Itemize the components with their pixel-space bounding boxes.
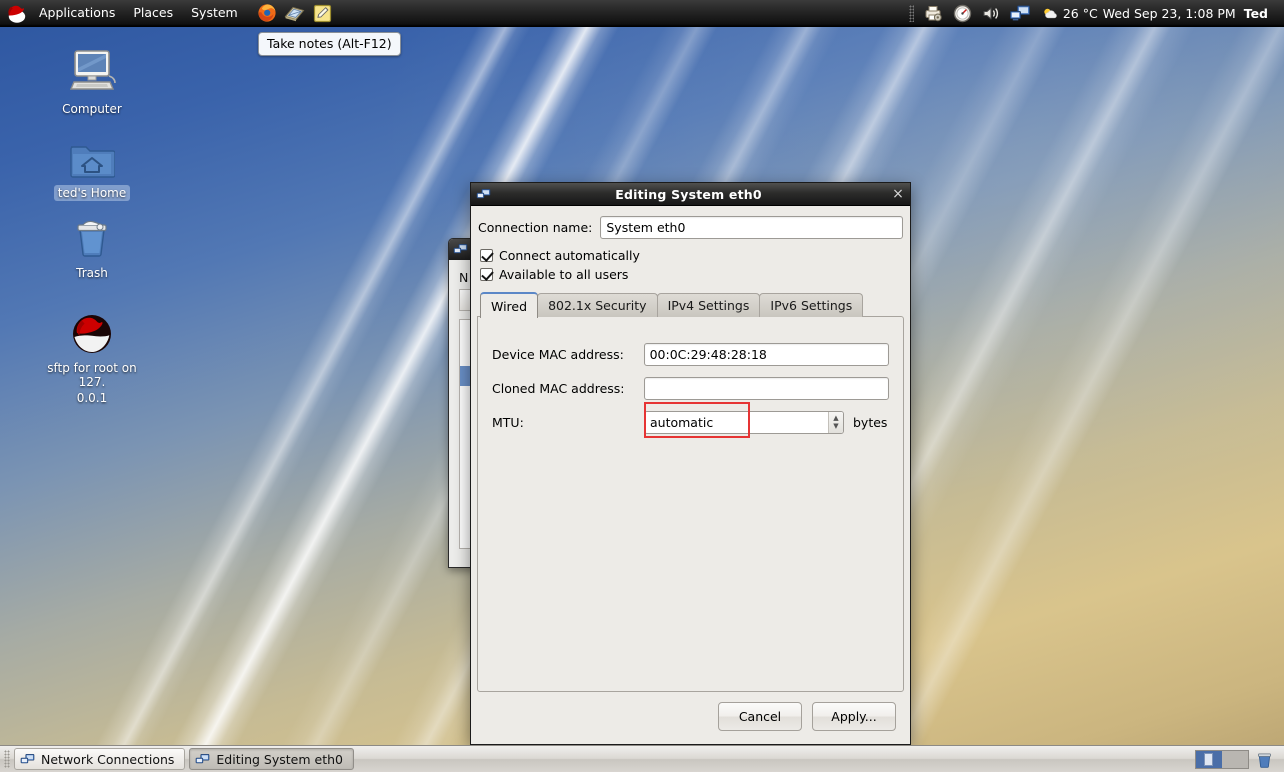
- desktop-icon-label: ted's Home: [54, 185, 131, 201]
- mtu-spinner-wrap: automatic ▲ ▼ bytes: [644, 411, 887, 434]
- available-to-all-users-checkbox[interactable]: Available to all users: [477, 265, 904, 284]
- home-folder-icon: [32, 130, 152, 180]
- trash-icon: [32, 210, 152, 260]
- tooltip-text: Take notes (Alt-F12): [267, 36, 392, 51]
- chevron-up-icon[interactable]: ▲: [833, 414, 838, 422]
- menu-system[interactable]: System: [182, 2, 247, 24]
- dialog-titlebar[interactable]: Editing System eth0 ×: [471, 183, 910, 206]
- device-mac-label: Device MAC address:: [492, 347, 644, 362]
- tab-strip: Wired 802.1x Security IPv4 Settings IPv6…: [477, 291, 904, 317]
- close-icon[interactable]: ×: [886, 183, 910, 206]
- taskbar-editing-system-eth0[interactable]: Editing System eth0: [189, 748, 354, 770]
- desktop-icon-label-line1: sftp for root on 127.: [32, 360, 152, 390]
- evolution-mail-launcher-icon[interactable]: [283, 1, 307, 25]
- dialog-title: Editing System eth0: [491, 187, 886, 202]
- tab-label: 802.1x Security: [548, 298, 647, 313]
- taskbar-network-connections[interactable]: Network Connections: [14, 748, 185, 770]
- bottom-panel: Network Connections Editing System eth0: [0, 745, 1284, 772]
- desktop-icon-label: Computer: [58, 101, 126, 117]
- menu-applications[interactable]: Applications: [30, 2, 124, 24]
- workspace-2[interactable]: [1222, 751, 1248, 768]
- workspace-1[interactable]: [1196, 751, 1222, 768]
- network-icon: [20, 753, 35, 766]
- network-applet-icon[interactable]: [1008, 2, 1033, 24]
- tab-ipv4-settings[interactable]: IPv4 Settings: [657, 293, 761, 317]
- mtu-value[interactable]: automatic: [645, 415, 828, 430]
- device-mac-row: Device MAC address: 00:0C:29:48:28:18: [492, 339, 889, 369]
- mtu-stepper[interactable]: automatic ▲ ▼: [644, 411, 844, 434]
- tab-label: IPv4 Settings: [668, 298, 750, 313]
- mtu-row: MTU: automatic ▲ ▼ bytes: [492, 407, 889, 437]
- available-to-all-users-label: Available to all users: [499, 267, 628, 282]
- desktop-icon-sftp[interactable]: sftp for root on 127. 0.0.1: [32, 305, 152, 406]
- taskbar-label: Network Connections: [41, 752, 174, 767]
- connect-automatically-checkbox[interactable]: Connect automatically: [477, 246, 904, 265]
- desktop-icon-computer[interactable]: Computer: [32, 46, 152, 117]
- dialog-action-buttons: Cancel Apply...: [477, 692, 904, 739]
- tomboy-notes-launcher-icon[interactable]: [311, 1, 335, 25]
- redhat-logo-icon[interactable]: [6, 3, 28, 24]
- printer-applet-icon[interactable]: [921, 2, 946, 24]
- wired-tab-page: Device MAC address: 00:0C:29:48:28:18 Cl…: [477, 316, 904, 692]
- menu-places[interactable]: Places: [124, 2, 182, 24]
- redhat-sftp-icon: [32, 305, 152, 355]
- chevron-down-icon[interactable]: ▼: [833, 422, 838, 430]
- tab-ipv6-settings[interactable]: IPv6 Settings: [759, 293, 863, 317]
- checkbox-mark-icon: [480, 268, 493, 281]
- top-panel: Applications Places System: [0, 0, 1284, 27]
- device-mac-input[interactable]: 00:0C:29:48:28:18: [644, 343, 889, 366]
- trash-applet-icon[interactable]: [1255, 750, 1274, 769]
- system-monitor-applet-icon[interactable]: [950, 2, 975, 24]
- user-menu[interactable]: Ted: [1244, 6, 1276, 21]
- connection-name-row: Connection name: System eth0: [477, 214, 904, 246]
- connect-automatically-label: Connect automatically: [499, 248, 640, 263]
- bottom-panel-right: [1195, 750, 1280, 769]
- tab-8021x-security[interactable]: 802.1x Security: [537, 293, 658, 317]
- dialog-body: Connection name: System eth0 Connect aut…: [471, 206, 910, 745]
- partly-cloudy-icon: [1043, 7, 1058, 20]
- cloned-mac-row: Cloned MAC address:: [492, 373, 889, 403]
- taskbar-label: Editing System eth0: [216, 752, 343, 767]
- cloned-mac-label: Cloned MAC address:: [492, 381, 644, 396]
- connection-name-input[interactable]: System eth0: [600, 216, 903, 239]
- workspace-switcher[interactable]: [1195, 750, 1249, 769]
- mtu-label: MTU:: [492, 415, 644, 430]
- network-icon: [195, 753, 210, 766]
- desktop-icon-trash[interactable]: Trash: [32, 210, 152, 281]
- tab-label: Wired: [491, 299, 527, 314]
- clock-applet[interactable]: 26 °C Wed Sep 23, 1:08 PM: [1035, 6, 1244, 21]
- panel-separator: [909, 5, 914, 22]
- connection-name-label: Connection name:: [478, 220, 592, 235]
- desktop-icon-home[interactable]: ted's Home: [32, 130, 152, 201]
- editing-connection-dialog[interactable]: Editing System eth0 × Connection name: S…: [470, 182, 911, 745]
- cancel-button[interactable]: Cancel: [718, 702, 802, 731]
- mtu-stepper-buttons[interactable]: ▲ ▼: [828, 412, 843, 433]
- tab-wired[interactable]: Wired: [480, 292, 538, 318]
- panel-grip[interactable]: [4, 750, 10, 768]
- apply-button[interactable]: Apply...: [812, 702, 896, 731]
- tooltip-take-notes: Take notes (Alt-F12): [258, 32, 401, 56]
- desktop-screen: Applications Places System: [0, 0, 1284, 772]
- network-icon: [476, 188, 491, 201]
- desktop-icon-label-line2: 0.0.1: [73, 390, 112, 406]
- desktop-icon-label: Trash: [72, 265, 112, 281]
- tab-label: IPv6 Settings: [770, 298, 852, 313]
- weather-temperature: 26 °C: [1063, 6, 1098, 21]
- clock-text: Wed Sep 23, 1:08 PM: [1103, 6, 1236, 21]
- checkbox-mark-icon: [480, 249, 493, 262]
- network-icon: [453, 243, 468, 256]
- notification-tray: 26 °C Wed Sep 23, 1:08 PM Ted: [907, 0, 1284, 27]
- computer-icon: [32, 46, 152, 96]
- volume-applet-icon[interactable]: [979, 2, 1004, 24]
- mtu-units-label: bytes: [853, 415, 887, 430]
- firefox-launcher-icon[interactable]: [255, 1, 279, 25]
- cloned-mac-input[interactable]: [644, 377, 889, 400]
- workspace-window-thumb: [1204, 753, 1213, 766]
- settings-notebook: Wired 802.1x Security IPv4 Settings IPv6…: [477, 291, 904, 692]
